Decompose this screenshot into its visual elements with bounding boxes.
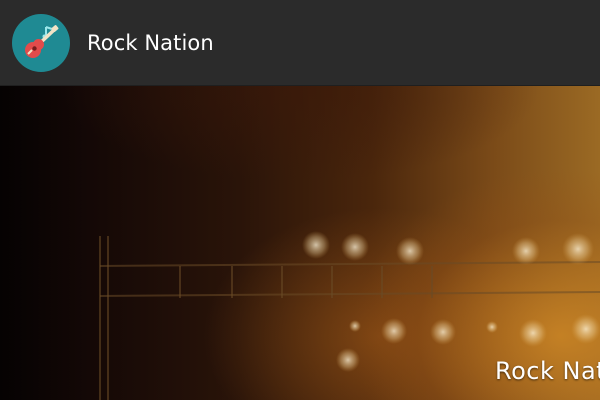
guitar-icon [12, 13, 70, 72]
app-window: Rock Nation Rock Na [0, 0, 600, 400]
app-title: Rock Nation [87, 30, 214, 55]
title-bar: Rock Nation [0, 0, 600, 86]
hero-caption: Rock Nation [495, 357, 600, 385]
stage-image [99, 231, 600, 400]
hero-banner: Rock Nation [0, 86, 600, 400]
